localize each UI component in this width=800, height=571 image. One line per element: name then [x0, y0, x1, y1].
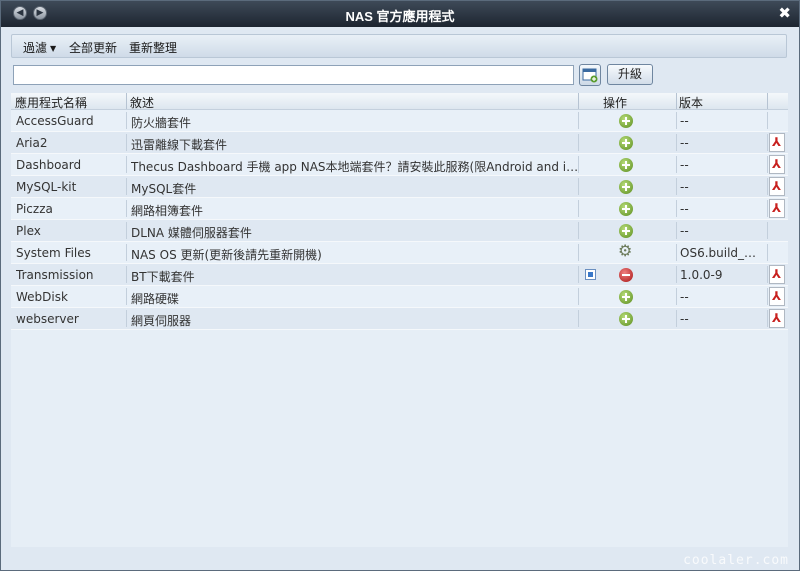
table-header: 應用程式名稱 敘述 操作 版本	[11, 93, 788, 110]
app-name: Aria2	[16, 136, 48, 150]
table-row[interactable]: WebDisk 網路硬碟 --	[11, 286, 788, 308]
app-version: --	[680, 312, 689, 326]
app-description: 迅雷離線下載套件	[131, 138, 228, 152]
reorganize-button[interactable]: 重新整理	[129, 39, 177, 56]
app-description: BT下載套件	[131, 270, 195, 284]
app-version: --	[680, 290, 689, 304]
pdf-icon[interactable]	[769, 155, 785, 174]
app-name: WebDisk	[16, 290, 68, 304]
table-row[interactable]: MySQL-kit MySQL套件 --	[11, 176, 788, 198]
install-icon[interactable]	[619, 202, 633, 216]
install-icon[interactable]	[619, 312, 633, 326]
pdf-icon[interactable]	[769, 133, 785, 152]
update-all-button[interactable]: 全部更新	[69, 39, 117, 56]
filter-label: 過濾	[23, 41, 48, 55]
window-title: NAS 官方應用程式	[345, 9, 455, 24]
app-description: 網路硬碟	[131, 292, 180, 306]
app-version: --	[680, 202, 689, 216]
install-icon[interactable]	[619, 158, 633, 172]
table-row[interactable]: Dashboard Thecus Dashboard 手機 app NAS本地端套…	[11, 154, 788, 176]
install-icon[interactable]	[619, 224, 633, 238]
app-description: 網頁伺服器	[131, 314, 192, 328]
toolbar: 過濾 ▼ 全部更新 重新整理	[11, 34, 787, 58]
app-version: --	[680, 224, 689, 238]
table-row[interactable]: AccessGuard 防火牆套件 --	[11, 110, 788, 132]
table-row[interactable]: System Files NAS OS 更新(更新後請先重新開機) ⚙ OS6.bui…	[11, 242, 788, 264]
table-row[interactable]: Piczza 網路相簿套件 --	[11, 198, 788, 220]
app-version: --	[680, 114, 689, 128]
pdf-icon[interactable]	[769, 309, 785, 328]
upgrade-button[interactable]: 升級	[607, 64, 653, 85]
pdf-icon[interactable]	[769, 177, 785, 196]
app-description: DLNA 媒體伺服器套件	[131, 226, 252, 240]
title-bar: ◀ ▶ NAS 官方應用程式 ✖	[1, 1, 799, 27]
close-icon[interactable]: ✖	[778, 4, 791, 22]
filter-menu[interactable]: 過濾 ▼	[23, 39, 56, 56]
pdf-icon[interactable]	[769, 265, 785, 284]
pdf-icon[interactable]	[769, 199, 785, 218]
app-name: MySQL-kit	[16, 180, 77, 194]
table-row[interactable]: Aria2 迅雷離線下載套件 --	[11, 132, 788, 154]
app-description: 防火牆套件	[131, 116, 192, 130]
install-icon[interactable]	[619, 290, 633, 304]
app-description: NAS OS 更新(更新後請先重新開機)	[131, 248, 322, 262]
app-name: Piczza	[16, 202, 53, 216]
app-table: 應用程式名稱 敘述 操作 版本 AccessGuard 防火牆套件 -- Aria2 迅…	[11, 93, 788, 547]
pdf-icon[interactable]	[769, 287, 785, 306]
app-name: Transmission	[16, 268, 94, 282]
chevron-down-icon: ▼	[50, 44, 57, 53]
window-add-icon	[582, 68, 598, 83]
uninstall-icon[interactable]	[619, 268, 633, 282]
table-row[interactable]: Transmission BT下載套件 1.0.0-9	[11, 264, 788, 286]
app-window: ◀ ▶ NAS 官方應用程式 ✖ 過濾 ▼ 全部更新 重新整理 升級 應用程式名稱…	[0, 0, 800, 571]
watermark: coolaler.com	[683, 553, 789, 568]
app-description: MySQL套件	[131, 182, 197, 196]
col-name-header[interactable]: 應用程式名稱	[15, 94, 87, 111]
app-name: webserver	[16, 312, 79, 326]
stop-icon[interactable]	[585, 269, 596, 280]
install-icon[interactable]	[619, 136, 633, 150]
browse-button[interactable]	[579, 64, 601, 86]
col-description-header[interactable]: 敘述	[130, 94, 154, 111]
app-version: 1.0.0-9	[680, 268, 723, 282]
install-icon[interactable]	[619, 180, 633, 194]
app-name: System Files	[16, 246, 91, 260]
app-version: --	[680, 180, 689, 194]
gear-icon[interactable]: ⚙	[618, 243, 632, 259]
install-icon[interactable]	[619, 114, 633, 128]
app-description: 網路相簿套件	[131, 204, 204, 218]
search-input[interactable]	[13, 65, 574, 85]
col-version-header[interactable]: 版本	[679, 94, 703, 111]
app-name: Plex	[16, 224, 41, 238]
app-description: Thecus Dashboard 手機 app NAS本地端套件？請安裝此服務(…	[131, 160, 583, 174]
app-name: Dashboard	[16, 158, 82, 172]
table-row[interactable]: Plex DLNA 媒體伺服器套件 --	[11, 220, 788, 242]
col-action-header[interactable]: 操作	[603, 94, 627, 111]
table-row[interactable]: webserver 網頁伺服器 --	[11, 308, 788, 330]
app-version: OS6.build_809	[680, 246, 760, 260]
app-name: AccessGuard	[16, 114, 94, 128]
app-version: --	[680, 158, 689, 172]
app-version: --	[680, 136, 689, 150]
